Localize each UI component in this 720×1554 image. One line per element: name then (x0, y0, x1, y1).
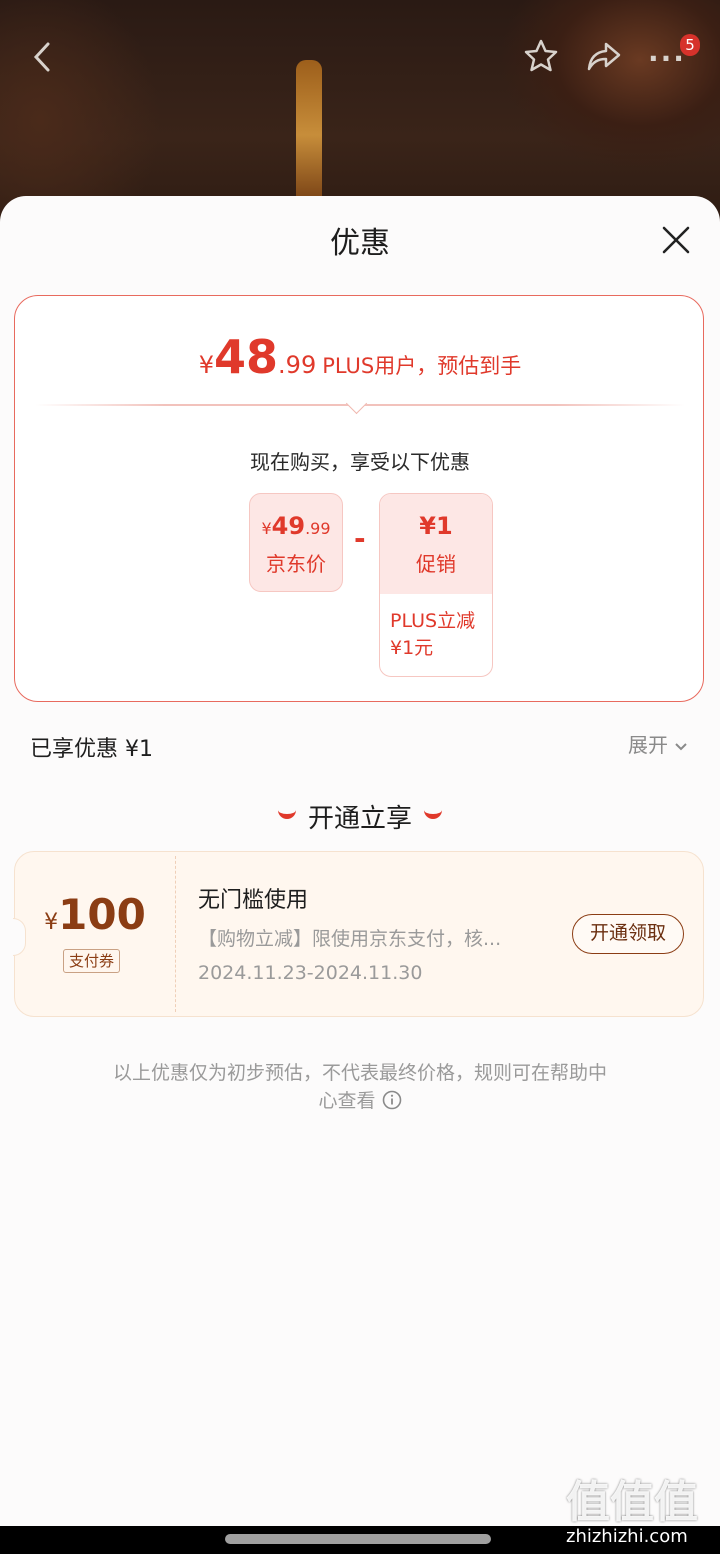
price-breakdown-card: ¥48.99 PLUS用户，预估到手 现在购买，享受以下优惠 ¥49.99 京东价… (14, 295, 704, 702)
back-arrow-icon[interactable] (30, 40, 56, 74)
buy-now-text: 现在购买，享受以下优惠 (250, 450, 470, 474)
discount-bottom-sheet: 优惠 ¥48.99 PLUS用户，预估到手 现在购买，享受以下优惠 ¥49.99 … (0, 196, 720, 1526)
promo-box: ¥1 促销 PLUS立减 ¥1元 (379, 493, 493, 677)
notification-badge: 5 (680, 34, 700, 56)
favorite-star-icon[interactable] (523, 38, 559, 74)
coupon-amount: ¥100 (44, 890, 146, 939)
coupon-title: 无门槛使用 (198, 888, 309, 913)
divider-notch (345, 392, 368, 415)
enjoyed-discount-text: 已享优惠 ¥1 (30, 737, 153, 762)
watermark-url: zhizhizhi.com (566, 1526, 688, 1547)
jd-price-box: ¥49.99 京东价 (249, 493, 343, 592)
promo-detail: PLUS立减 ¥1元 (390, 610, 476, 659)
home-indicator[interactable] (225, 1534, 491, 1544)
promo-label: 促销 (416, 552, 456, 576)
estimated-price: ¥48.99 PLUS用户，预估到手 (198, 330, 522, 384)
expand-button[interactable]: 展开 (628, 729, 688, 758)
chevron-down-icon (675, 743, 688, 751)
coupon-separator (175, 856, 176, 1012)
watermark-logo: 值值值 (566, 1477, 698, 1528)
decor-left-icon (277, 806, 296, 819)
activate-claim-button[interactable]: 开通领取 (572, 914, 684, 954)
minus-operator: - (354, 522, 366, 555)
coupon-description: 【购物立减】限使用京东支付，核... (198, 928, 502, 950)
coupon-type-tag: 支付券 (63, 949, 121, 973)
estimate-label: PLUS用户，预估到手 (322, 354, 522, 378)
decor-right-icon (424, 806, 442, 819)
coupon-date-range: 2024.11.23-2024.11.30 (198, 962, 423, 984)
info-icon[interactable] (382, 1090, 402, 1110)
open-section-title: 开通立享 (0, 798, 720, 835)
share-icon[interactable] (586, 40, 622, 72)
sheet-title: 优惠 (330, 226, 390, 261)
jd-price-label: 京东价 (266, 552, 326, 576)
close-icon[interactable] (660, 224, 692, 256)
disclaimer-text: 以上优惠仅为初步预估，不代表最终价格，规则可在帮助中 心查看 (112, 1062, 607, 1112)
pouring-liquid-image (296, 60, 322, 210)
payment-coupon-card[interactable]: ¥100 支付券 无门槛使用 【购物立减】限使用京东支付，核... 2024.1… (13, 851, 704, 1017)
